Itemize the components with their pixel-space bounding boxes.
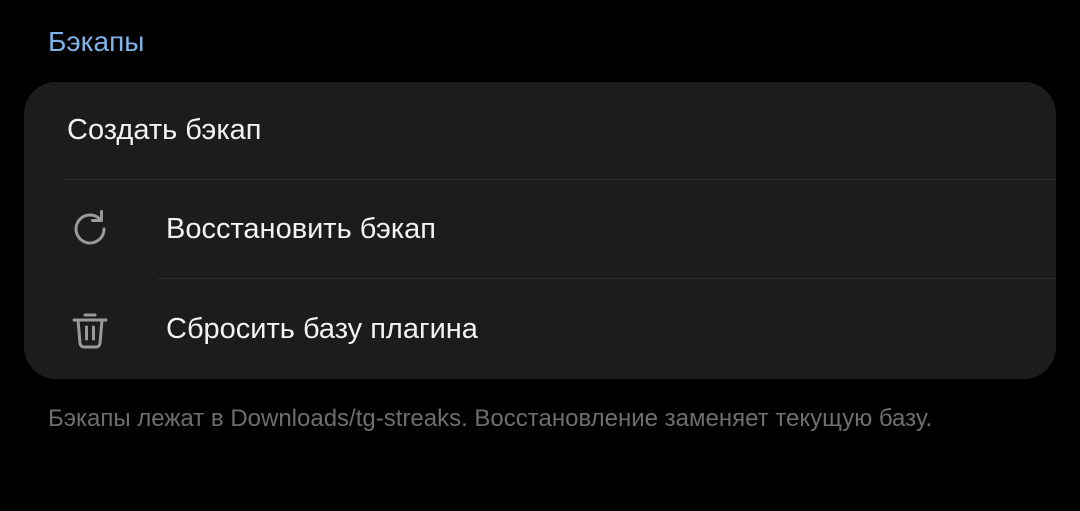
refresh-icon [68, 207, 112, 251]
create-backup-label: Создать бэкап [67, 114, 262, 146]
trash-icon [68, 307, 112, 351]
settings-screen: Бэкапы Создать бэкап Восстановить бэкап [0, 0, 1080, 511]
reset-plugin-db-label: Сбросить базу плагина [166, 312, 478, 345]
backup-info-text: Бэкапы лежат в Downloads/tg-streaks. Вос… [48, 405, 933, 432]
section-title: Бэкапы [48, 26, 145, 57]
backup-card: Создать бэкап Восстановить бэкап Сбросит… [24, 82, 1056, 379]
reset-plugin-db-item[interactable]: Сбросить базу плагина [24, 279, 1056, 379]
create-backup-item[interactable]: Создать бэкап [24, 82, 1056, 179]
restore-backup-item[interactable]: Восстановить бэкап [24, 180, 1056, 278]
restore-backup-label: Восстановить бэкап [166, 212, 436, 245]
